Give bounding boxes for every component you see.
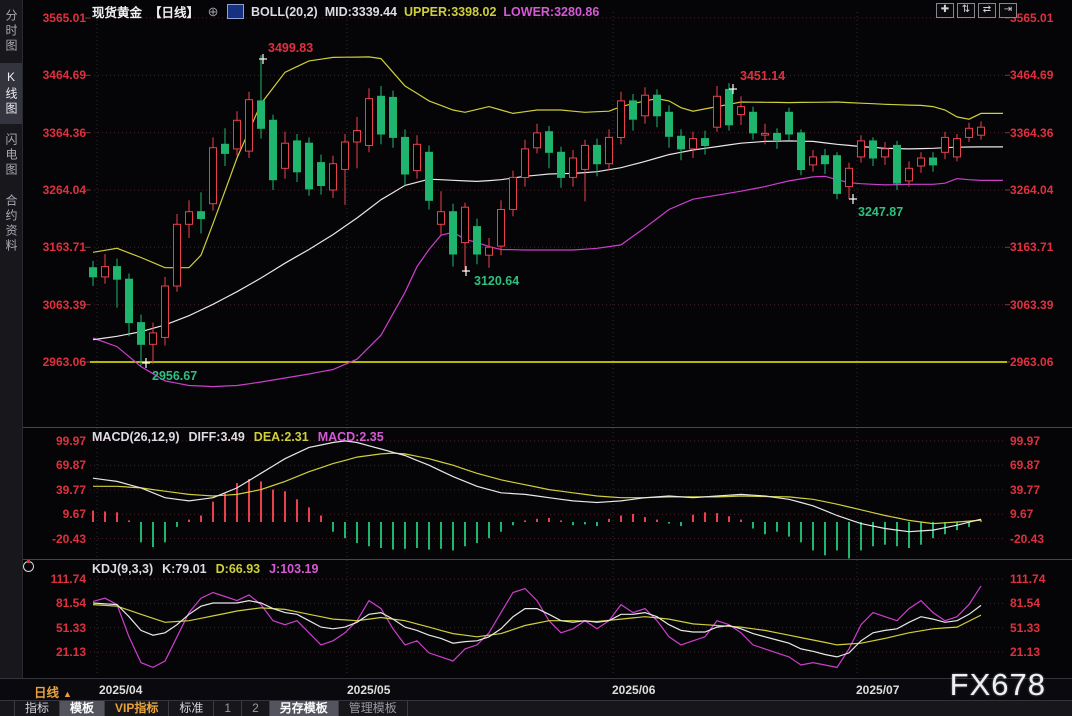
- axis-label: 111.74: [1010, 573, 1072, 585]
- sidebar: 分时图K线图闪电图合约资料: [0, 0, 23, 678]
- pan-right-icon[interactable]: ⇥: [999, 3, 1017, 18]
- chevron-up-icon: ▲: [63, 689, 72, 699]
- axis-label: 51.33: [24, 622, 86, 634]
- time-axis-label: 2025/05: [347, 683, 390, 697]
- axis-label: 3163.71: [24, 241, 86, 253]
- trading-chart-app: 3499.833451.143247.873120.642956.67 分时图K…: [0, 0, 1072, 716]
- axis-label: 21.13: [24, 646, 86, 658]
- kdj-panel-series: [93, 586, 981, 668]
- axis-label: 111.74: [24, 573, 86, 585]
- kdj-k-value: K:79.01: [162, 562, 206, 576]
- axis-label: 3565.01: [24, 12, 86, 24]
- toolbar-tab-管理模板[interactable]: 管理模板: [339, 701, 408, 716]
- kdj-d-value: D:66.93: [216, 562, 260, 576]
- chart-title-bar: 现货黄金 【日线】 ⊕ BOLL(20,2) MID:3339.44 UPPER…: [92, 3, 599, 20]
- chart-canvas[interactable]: 3499.83 3451.14 3247.87 3120.64 2956.67: [0, 0, 1072, 716]
- time-axis-label: 2025/04: [99, 683, 142, 697]
- axis-label: 69.87: [24, 459, 86, 471]
- sidebar-item-合约资料[interactable]: 合约资料: [0, 187, 22, 261]
- axis-label: 3364.36: [1010, 127, 1072, 139]
- price-annotation: 3247.87: [858, 205, 903, 219]
- boll-chart-icon[interactable]: [227, 4, 244, 19]
- period-selector-button[interactable]: 日线 ▲: [28, 682, 78, 701]
- axis-label: -20.43: [1010, 533, 1072, 545]
- axis-label: 81.54: [24, 597, 86, 609]
- axis-label: -20.43: [24, 533, 86, 545]
- macd-panel-series: [93, 441, 981, 559]
- axis-label: 39.77: [24, 484, 86, 496]
- axis-label: 99.97: [24, 435, 86, 447]
- axis-label: 21.13: [1010, 646, 1072, 658]
- sidebar-item-分时图[interactable]: 分时图: [0, 2, 22, 61]
- axis-label: 3565.01: [1010, 12, 1072, 24]
- price-annotations: 3499.83 3451.14 3247.87 3120.64 2956.67: [142, 41, 903, 383]
- toolbar-tab-1[interactable]: 1: [214, 701, 242, 716]
- axis-label: 69.87: [1010, 459, 1072, 471]
- axis-label: 3163.71: [1010, 241, 1072, 253]
- axis-label: 3264.04: [1010, 184, 1072, 196]
- time-axis-label: 2025/07: [856, 683, 899, 697]
- axis-label: 2963.06: [1010, 356, 1072, 368]
- macd-name: MACD(26,12,9): [92, 430, 180, 444]
- bollinger-bands: [93, 57, 1003, 387]
- axis-label: 3464.69: [24, 69, 86, 81]
- kdj-name: KDJ(9,3,3): [92, 562, 153, 576]
- candlestick-series: [90, 55, 985, 366]
- axis-label: 2963.06: [24, 356, 86, 368]
- time-axis-row: 日线 ▲ 2025/04 2025/05 2025/06 2025/07: [0, 678, 1072, 701]
- price-annotation: 3451.14: [740, 69, 785, 83]
- kdj-j-value: J:103.19: [269, 562, 318, 576]
- kdj-header: KDJ(9,3,3) K:79.01 D:66.93 J:103.19: [92, 562, 318, 576]
- axis-label: 3264.04: [24, 184, 86, 196]
- axis-label: 9.67: [1010, 508, 1072, 520]
- axis-label: 3063.39: [24, 299, 86, 311]
- axis-label: 51.33: [1010, 622, 1072, 634]
- pan-tool-icon[interactable]: ✚: [936, 3, 954, 18]
- chart-toolbuttons: ✚ ⇅ ⇄ ⇥: [936, 3, 1017, 18]
- period-selector-label: 日线: [34, 686, 59, 700]
- sidebar-item-闪电图[interactable]: 闪电图: [0, 126, 22, 185]
- toolbar-tab-标准[interactable]: 标准: [169, 701, 214, 716]
- price-annotation: 2956.67: [152, 369, 197, 383]
- add-indicator-icon[interactable]: ⊕: [206, 5, 220, 19]
- macd-header: MACD(26,12,9) DIFF:3.49 DEA:2.31 MACD:2.…: [92, 430, 384, 444]
- scale-x-axis-icon[interactable]: ⇄: [978, 3, 996, 18]
- axis-label: 81.54: [1010, 597, 1072, 609]
- axis-label: 99.97: [1010, 435, 1072, 447]
- price-annotation: 3499.83: [268, 41, 313, 55]
- gridlines: [85, 12, 1010, 676]
- boll-label: BOLL(20,2): [251, 5, 318, 19]
- axis-label: 3063.39: [1010, 299, 1072, 311]
- boll-lower-value: LOWER:3280.86: [503, 5, 599, 19]
- macd-macd-value: MACD:2.35: [318, 430, 384, 444]
- scale-y-axis-icon[interactable]: ⇅: [957, 3, 975, 18]
- macd-diff-value: DIFF:3.49: [189, 430, 245, 444]
- toolbar-tab-2[interactable]: 2: [242, 701, 270, 716]
- toolbar-tab-模板[interactable]: 模板: [60, 701, 105, 716]
- kdj-panel-icon[interactable]: [23, 561, 34, 572]
- price-annotation: 3120.64: [474, 274, 519, 288]
- time-axis-label: 2025/06: [612, 683, 655, 697]
- sidebar-item-K线图[interactable]: K线图: [0, 63, 22, 124]
- symbol-name: 现货黄金: [92, 2, 142, 21]
- boll-upper-value: UPPER:3398.02: [404, 5, 496, 19]
- toolbar-tab-指标[interactable]: 指标: [14, 701, 60, 716]
- axis-label: 9.67: [24, 508, 86, 520]
- bottom-toolbar: 指标模板VIP指标标准12另存模板管理模板: [0, 700, 1072, 716]
- macd-dea-value: DEA:2.31: [254, 430, 309, 444]
- boll-mid-value: MID:3339.44: [325, 5, 397, 19]
- axis-label: 39.77: [1010, 484, 1072, 496]
- period-label: 【日线】: [149, 2, 199, 21]
- toolbar-tab-另存模板[interactable]: 另存模板: [270, 701, 339, 716]
- brand-watermark: FX678: [950, 667, 1046, 703]
- axis-label: 3364.36: [24, 127, 86, 139]
- axis-label: 3464.69: [1010, 69, 1072, 81]
- toolbar-tab-VIP指标[interactable]: VIP指标: [105, 701, 169, 716]
